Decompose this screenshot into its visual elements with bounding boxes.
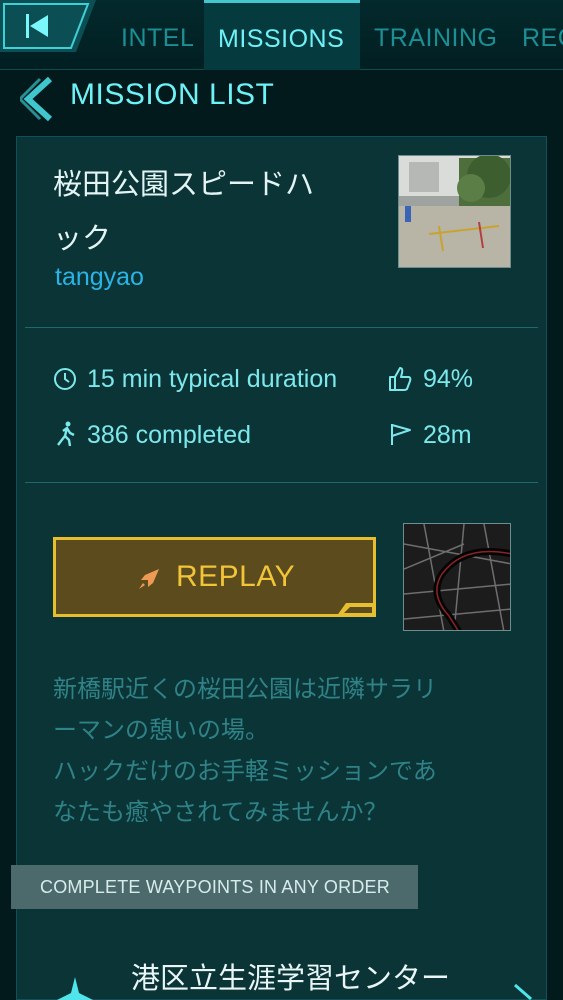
top-tab-bar: INTEL MISSIONS TRAINING REC bbox=[0, 0, 563, 70]
rating-stat: 94% bbox=[423, 365, 474, 393]
mission-map-thumbnail[interactable] bbox=[403, 523, 511, 631]
completed-stat: 386 completed bbox=[87, 421, 252, 449]
waypoint-order-text: COMPLETE WAYPOINTS IN ANY ORDER bbox=[40, 877, 390, 897]
mission-description: 新橋駅近くの桜田公園は近隣サラリ ーマンの憩いの場。 ハックだけのお手軽ミッショ… bbox=[53, 669, 513, 833]
distance-stat: 28m bbox=[423, 421, 472, 449]
tab-missions[interactable]: MISSIONS bbox=[204, 0, 360, 70]
flag-icon bbox=[391, 424, 411, 445]
waypoint-item[interactable]: 港区立生涯学習センター bbox=[17, 937, 548, 1000]
description-line: 新橋駅近くの桜田公園は近隣サラリ bbox=[53, 675, 437, 703]
page-title: MISSION LIST bbox=[70, 78, 275, 111]
mission-title: 桜田公園スピードハ ック bbox=[53, 157, 383, 265]
chevron-right-icon bbox=[514, 983, 532, 1000]
mission-thumbnail bbox=[398, 155, 511, 268]
tab-recruit[interactable]: REC bbox=[522, 0, 563, 70]
clock-icon bbox=[54, 368, 76, 390]
rocket-icon bbox=[139, 569, 159, 589]
chevron-left-icon[interactable] bbox=[20, 76, 54, 122]
mission-title-line: ック bbox=[53, 221, 112, 255]
replay-button[interactable]: REPLAY bbox=[53, 537, 376, 617]
description-line: ハックだけのお手軽ミッションであ bbox=[53, 757, 437, 785]
mission-list-header: MISSION LIST bbox=[0, 70, 563, 132]
divider bbox=[25, 482, 538, 483]
waypoint-name: 港区立生涯学習センター bbox=[131, 961, 451, 995]
description-line: ーマンの憩いの場。 bbox=[53, 716, 269, 744]
back-button[interactable] bbox=[0, 0, 96, 52]
duration-stat: 15 min typical duration bbox=[87, 365, 338, 393]
waypoint-order-banner: COMPLETE WAYPOINTS IN ANY ORDER bbox=[11, 865, 418, 909]
thumbs-up-icon bbox=[389, 367, 412, 391]
walking-person-icon bbox=[57, 421, 75, 447]
back-arrow-icon bbox=[0, 0, 96, 52]
description-line: なたも癒やされてみませんか？ bbox=[53, 798, 388, 826]
button-corner-decoration bbox=[336, 603, 376, 617]
tab-training[interactable]: TRAINING bbox=[374, 0, 497, 70]
mission-title-line: 桜田公園スピードハ bbox=[53, 167, 315, 201]
portal-icon bbox=[57, 977, 93, 1000]
mission-author[interactable]: tangyao bbox=[55, 263, 144, 292]
replay-label: REPLAY bbox=[176, 560, 296, 593]
tab-intel[interactable]: INTEL bbox=[121, 0, 194, 70]
mission-card: 桜田公園スピードハ ック tangyao 15 min typical dura… bbox=[11, 136, 548, 1000]
divider bbox=[25, 327, 538, 328]
